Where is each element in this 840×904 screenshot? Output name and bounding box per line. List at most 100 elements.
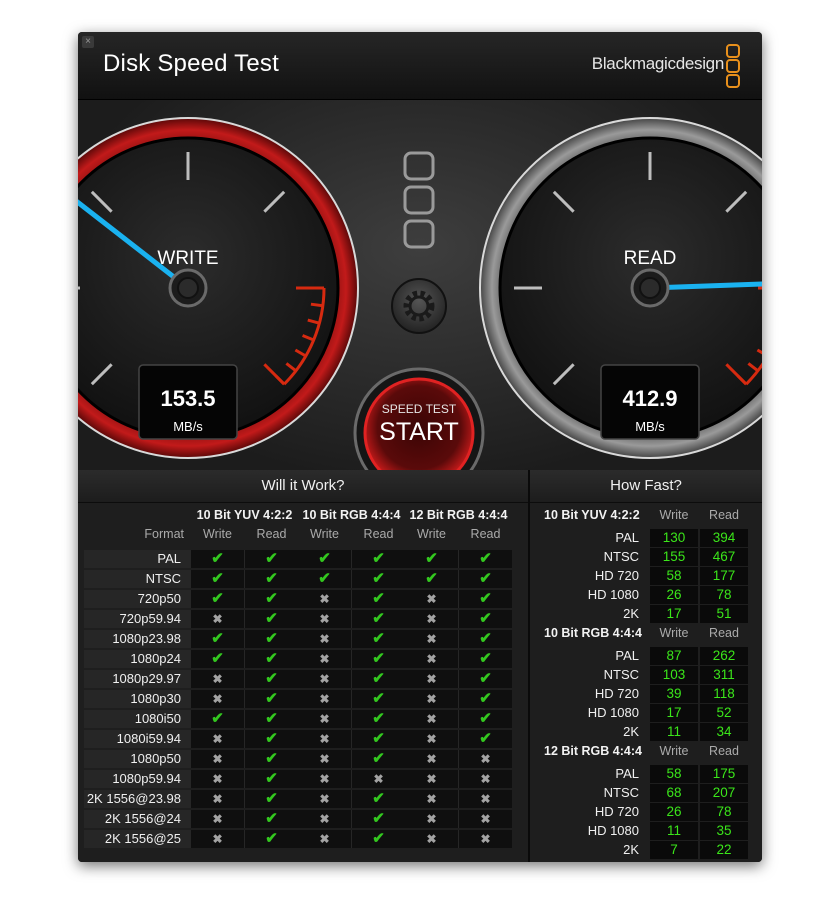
hf-format-label: NTSC [603, 667, 639, 682]
hf-read-header: Read [709, 508, 739, 522]
checkmark-icon: ✔ [352, 650, 405, 668]
hf-write-value: 68 [650, 784, 698, 802]
checkmark-icon: ✔ [459, 630, 512, 648]
checkmark-icon: ✔ [352, 590, 405, 608]
cross-icon: ✖ [405, 650, 458, 668]
wiw-format-label: 2K 1556@24 [104, 811, 181, 826]
checkmark-icon: ✔ [245, 650, 298, 668]
settings-gear-icon[interactable] [391, 278, 447, 334]
hf-format-label: PAL [615, 648, 639, 663]
checkmark-icon: ✔ [245, 750, 298, 768]
start-button-caption[interactable]: SPEED TEST [359, 402, 479, 416]
cross-icon: ✖ [405, 750, 458, 768]
hf-read-value: 34 [700, 723, 748, 741]
checkmark-icon: ✔ [352, 750, 405, 768]
wiw-column-header: Read [470, 527, 501, 541]
checkmark-icon: ✔ [245, 710, 298, 728]
cross-icon: ✖ [405, 770, 458, 788]
cross-icon: ✖ [405, 790, 458, 808]
hf-format-label: 2K [623, 606, 639, 621]
start-button-label[interactable]: START [359, 418, 479, 447]
hf-write-value: 26 [650, 803, 698, 821]
checkmark-icon: ✔ [352, 830, 405, 848]
hf-format-label: HD 1080 [587, 587, 639, 602]
hf-write-value: 130 [650, 529, 698, 547]
cross-icon: ✖ [405, 690, 458, 708]
checkmark-icon: ✔ [459, 590, 512, 608]
cross-icon: ✖ [191, 750, 244, 768]
cross-icon: ✖ [298, 830, 351, 848]
checkmark-icon: ✔ [245, 590, 298, 608]
checkmark-icon: ✔ [191, 570, 244, 588]
hf-read-value: 52 [700, 704, 748, 722]
hf-read-value: 51 [700, 605, 748, 623]
hf-read-value: 177 [700, 567, 748, 585]
write-speed-unit: MB/s [173, 419, 203, 434]
checkmark-icon: ✔ [245, 810, 298, 828]
checkmark-icon: ✔ [245, 830, 298, 848]
checkmark-icon: ✔ [459, 710, 512, 728]
cross-icon: ✖ [298, 610, 351, 628]
hf-write-value: 17 [650, 605, 698, 623]
wiw-format-label: 1080p23.98 [112, 631, 181, 646]
checkmark-icon: ✔ [245, 630, 298, 648]
hf-read-value: 118 [700, 685, 748, 703]
hf-group-header: 10 Bit YUV 4:2:2 [544, 508, 640, 522]
hf-write-value: 58 [650, 567, 698, 585]
cross-icon: ✖ [298, 770, 351, 788]
hf-write-value: 7 [650, 841, 698, 859]
cross-icon: ✖ [405, 710, 458, 728]
cross-icon: ✖ [298, 650, 351, 668]
wiw-format-label: 1080p59.94 [112, 771, 181, 786]
cross-icon: ✖ [405, 630, 458, 648]
wiw-format-label: PAL [157, 551, 181, 566]
hf-format-label: PAL [615, 766, 639, 781]
checkmark-icon: ✔ [352, 610, 405, 628]
read-speed-unit: MB/s [635, 419, 665, 434]
cross-icon: ✖ [405, 590, 458, 608]
cross-icon: ✖ [191, 730, 244, 748]
wiw-format-label: 2K 1556@23.98 [86, 791, 181, 806]
checkmark-icon: ✔ [191, 710, 244, 728]
hf-write-value: 39 [650, 685, 698, 703]
hf-write-value: 103 [650, 666, 698, 684]
checkmark-icon: ✔ [459, 570, 512, 588]
hf-write-value: 11 [650, 822, 698, 840]
gauge-panel: WRITE 153.5 MB/s READ 412.9 MB/s SPEED T… [78, 100, 762, 470]
read-gauge-label: READ [623, 248, 677, 269]
hf-format-label: HD 720 [594, 686, 639, 701]
checkmark-icon: ✔ [459, 610, 512, 628]
hf-format-label: PAL [615, 530, 639, 545]
wiw-format-label: 1080p30 [130, 691, 181, 706]
cross-icon: ✖ [191, 670, 244, 688]
hf-format-label: NTSC [603, 549, 639, 564]
checkmark-icon: ✔ [459, 690, 512, 708]
results-panel: Will it Work? How Fast? 10 Bit YUV 4:2:2… [78, 470, 762, 862]
checkmark-icon: ✔ [245, 570, 298, 588]
cross-icon: ✖ [298, 710, 351, 728]
checkmark-icon: ✔ [245, 790, 298, 808]
close-button[interactable]: × [82, 36, 94, 48]
cross-icon: ✖ [405, 610, 458, 628]
wiw-format-label: 1080i59.94 [116, 731, 181, 746]
hf-read-header: Read [709, 744, 739, 758]
hf-read-value: 22 [700, 841, 748, 859]
cross-icon: ✖ [405, 730, 458, 748]
checkmark-icon: ✔ [352, 670, 405, 688]
hf-format-label: HD 1080 [587, 705, 639, 720]
hf-write-value: 155 [650, 548, 698, 566]
cross-icon: ✖ [352, 770, 405, 788]
cross-icon: ✖ [459, 750, 512, 768]
cross-icon: ✖ [459, 770, 512, 788]
write-speed-value: 153.5 [160, 386, 216, 411]
center-logo-icon [403, 151, 435, 249]
checkmark-icon: ✔ [352, 630, 405, 648]
hf-format-label: 2K [623, 724, 639, 739]
app-window: × Disk Speed Test Blackmagicdesign WRITE… [78, 32, 762, 862]
hf-read-value: 35 [700, 822, 748, 840]
wiw-format-label: 1080p24 [130, 651, 181, 666]
cross-icon: ✖ [405, 670, 458, 688]
cross-icon: ✖ [298, 670, 351, 688]
wiw-group-header: 12 Bit RGB 4:4:4 [409, 508, 508, 522]
cross-icon: ✖ [298, 690, 351, 708]
